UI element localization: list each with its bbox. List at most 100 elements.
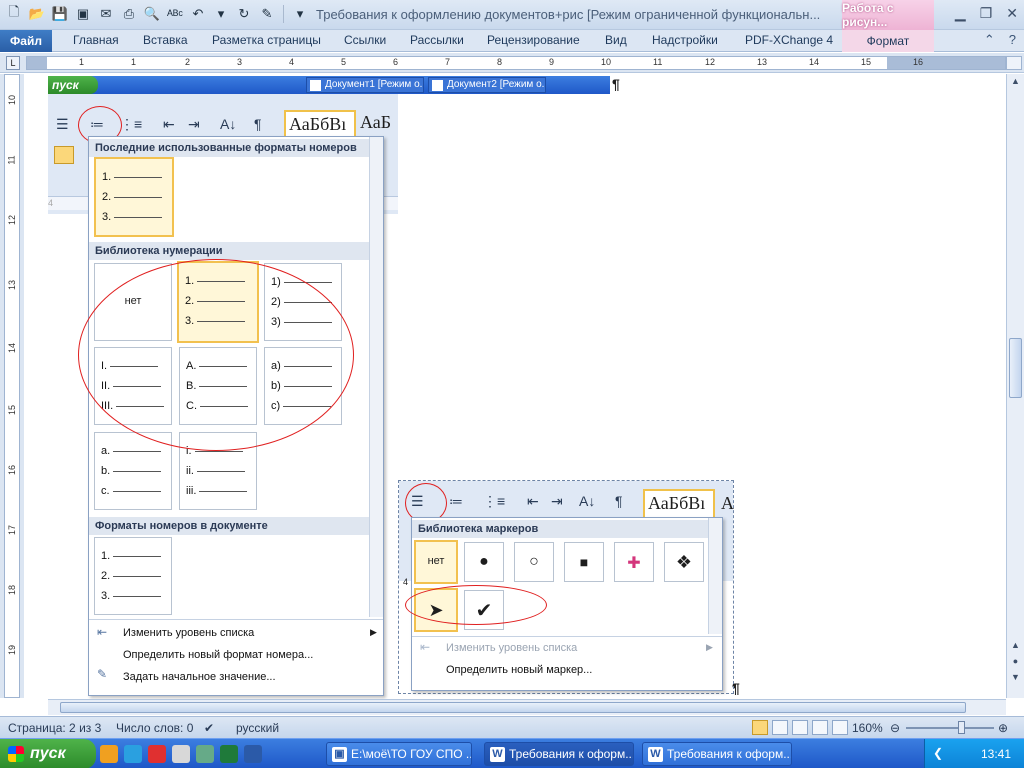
change-list-level-item[interactable]: Изменить уровень списка (412, 642, 577, 654)
list-number: a. (101, 445, 161, 457)
vertical-scrollbar[interactable]: ▲ ▲ ● ▼ (1006, 74, 1024, 698)
menu-item-label: Изменить уровень списка (446, 642, 578, 654)
dropdown-scrollbar[interactable] (708, 518, 722, 634)
proofing-icon[interactable]: ✔ (204, 721, 214, 735)
zoom-in-icon[interactable]: ⊕ (998, 721, 1008, 735)
tab-pdf-xchange[interactable]: PDF-XChange 4 (745, 33, 833, 47)
embedded-task-button: Документ1 [Режим о... (306, 77, 424, 93)
show-desktop-icon[interactable] (196, 745, 214, 763)
word-count[interactable]: Число слов: 0 (116, 721, 193, 735)
horizontal-scroll-thumb[interactable] (60, 702, 966, 713)
show-marks-icon: ¶ (615, 493, 623, 509)
scroll-down-icon[interactable]: ▼ (1009, 672, 1022, 686)
horizontal-scrollbar[interactable] (48, 699, 1006, 715)
change-list-level-item[interactable]: Изменить уровень списка (89, 627, 254, 639)
explorer-icon: ▣ (332, 747, 347, 762)
opera-icon[interactable] (148, 745, 166, 763)
restore-icon[interactable]: ❐ (980, 5, 993, 22)
edit-icon[interactable]: ✎ (257, 4, 277, 24)
zoom-slider-track[interactable] (906, 727, 994, 729)
tab-review[interactable]: Рецензирование (487, 33, 580, 47)
tab-mailings[interactable]: Рассылки (410, 33, 464, 47)
scroll-up-icon[interactable]: ▲ (1009, 76, 1022, 90)
bullet-colored-cross-cell[interactable]: ✚ (614, 542, 654, 582)
taskbar-button-word-1[interactable]: W Требования к оформ... (484, 742, 634, 766)
language-indicator[interactable]: русский (236, 721, 279, 735)
document-format-cell[interactable]: 1. 2. 3. (94, 537, 172, 615)
undo-dropdown-icon[interactable]: ▾ (211, 4, 231, 24)
vertical-scroll-thumb[interactable] (1009, 338, 1022, 398)
close-icon[interactable]: ✕ (1006, 5, 1018, 22)
print-layout-icon[interactable] (752, 720, 768, 735)
set-start-value-item[interactable]: Задать начальное значение... (89, 671, 276, 683)
taskbar-button-word-2[interactable]: W Требования к оформ... (642, 742, 792, 766)
clock[interactable]: 13:41 (981, 747, 1011, 761)
tab-file[interactable]: Файл (0, 30, 52, 52)
tab-insert[interactable]: Вставка (143, 33, 188, 47)
bullet-none-cell[interactable]: нет (414, 540, 458, 584)
bullet-diamond-cell[interactable]: ❖ (664, 542, 704, 582)
view-ruler-button[interactable] (1006, 56, 1022, 70)
print-preview-icon[interactable]: 🔍 (142, 4, 162, 24)
zoom-level[interactable]: 160% (852, 721, 883, 735)
page-indicator[interactable]: Страница: 2 из 3 (8, 721, 101, 735)
help-icon[interactable]: ? (1009, 32, 1016, 48)
start-button[interactable]: пуск (0, 739, 96, 768)
ruler-number: 18 (7, 584, 18, 596)
vertical-ruler[interactable]: 10 11 12 13 14 15 16 17 18 19 (4, 74, 20, 698)
horizontal-ruler[interactable]: 1 1 2 3 4 5 6 7 8 9 10 11 12 13 14 15 16 (26, 56, 1006, 70)
tab-view[interactable]: Вид (605, 33, 627, 47)
word-icon[interactable] (244, 745, 262, 763)
recent-format-cell[interactable]: 1. 2. 3. (94, 157, 174, 237)
bullet-hollow-circle-cell[interactable]: ○ (514, 542, 554, 582)
bullet-square-cell[interactable]: ■ (564, 542, 604, 582)
zoom-slider-handle[interactable] (958, 721, 965, 734)
save-as-icon[interactable]: ▣ (73, 4, 93, 24)
firefox-icon[interactable] (100, 745, 118, 763)
define-new-bullet-item[interactable]: Определить новый маркер... (412, 664, 592, 676)
submenu-arrow-icon: ▶ (706, 642, 713, 652)
email-icon[interactable]: ✉ (96, 4, 116, 24)
draft-icon[interactable] (832, 720, 848, 735)
scroll-up-icon[interactable]: ▲ (1009, 640, 1022, 654)
new-document-icon[interactable]: 🗋 (4, 4, 24, 24)
ruler-number: 11 (6, 155, 17, 165)
tab-references[interactable]: Ссылки (344, 33, 386, 47)
save-icon[interactable]: 💾 (50, 4, 70, 24)
dropdown-scrollbar[interactable] (369, 137, 383, 617)
bullet-filled-circle-cell[interactable]: ● (464, 542, 504, 582)
define-number-format-item[interactable]: Определить новый формат номера... (89, 649, 313, 661)
format-cell-alpha-lower[interactable]: a. b. c. (94, 432, 172, 510)
window-controls: ▁ ❐ ✕ (955, 5, 1018, 22)
tab-selector-icon[interactable]: L (6, 56, 20, 70)
task-label: Требования к оформ... (667, 747, 792, 761)
highlight-circle (405, 585, 547, 625)
tab-format[interactable]: Формат (842, 30, 934, 52)
chevron-left-icon[interactable]: ❮ (933, 746, 943, 760)
tab-page-layout[interactable]: Разметка страницы (212, 33, 321, 47)
numbering-screenshot[interactable]: пуск Документ1 [Режим о... Документ2 [Ре… (48, 76, 610, 696)
undo-icon[interactable]: ↶ (188, 4, 208, 24)
menu-item-label: Изменить уровень списка (123, 627, 255, 639)
customize-qat-icon[interactable]: ▾ (290, 4, 310, 24)
taskbar-button-explorer[interactable]: ▣ E:\моё\ТО ГОУ СПО ... (326, 742, 472, 766)
calculator-icon[interactable] (172, 745, 190, 763)
bullets-screenshot[interactable]: ☰ ≔ ⋮≡ ⇤ ⇥ A↓ ¶ АаБбВı А 4 Библиотека ма… (398, 480, 734, 694)
excel-icon[interactable] (220, 745, 238, 763)
ruler-number: 7 (445, 57, 451, 67)
zoom-out-icon[interactable]: ⊖ (890, 721, 900, 735)
open-icon[interactable]: 📂 (27, 4, 47, 24)
ie-icon[interactable] (124, 745, 142, 763)
minimize-icon[interactable]: ▁ (955, 5, 966, 22)
ruler-number: 12 (7, 214, 18, 226)
tab-home[interactable]: Главная (73, 33, 119, 47)
full-screen-icon[interactable] (772, 720, 788, 735)
spelling-icon[interactable]: ᴬᴮᶜ (165, 4, 185, 24)
redo-icon[interactable]: ↻ (234, 4, 254, 24)
chevron-up-icon[interactable]: ⌃ (984, 32, 995, 48)
outline-icon[interactable] (812, 720, 828, 735)
tab-addins[interactable]: Надстройки (652, 33, 718, 47)
print-icon[interactable]: ⎙ (119, 4, 139, 24)
web-layout-icon[interactable] (792, 720, 808, 735)
select-browse-object-icon[interactable]: ● (1009, 656, 1022, 670)
